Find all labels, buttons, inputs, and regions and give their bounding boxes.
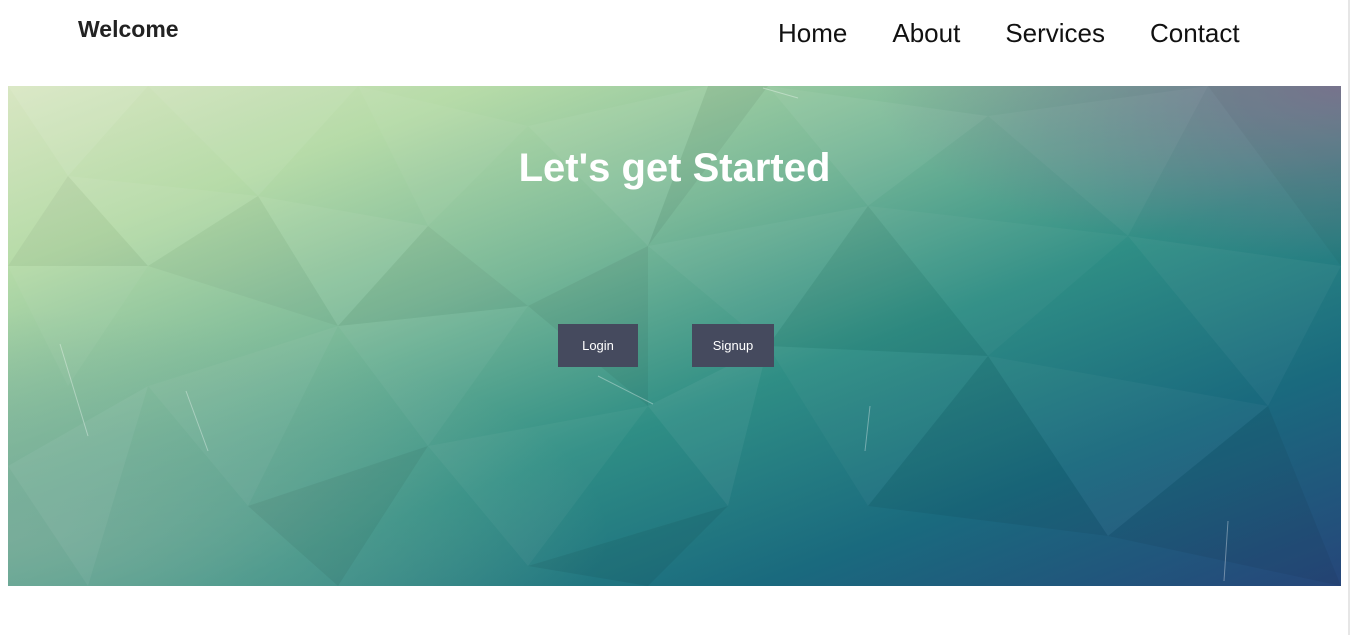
hero-banner: Let's get Started Login Signup (8, 86, 1341, 586)
nav-about[interactable]: About (892, 18, 960, 48)
main-nav: Home About Services Contact (778, 18, 1240, 48)
brand-title: Welcome (78, 16, 179, 42)
nav-home[interactable]: Home (778, 18, 847, 48)
nav-contact[interactable]: Contact (1150, 18, 1240, 48)
signup-button[interactable]: Signup (692, 324, 774, 367)
nav-services[interactable]: Services (1005, 18, 1105, 48)
hero-title: Let's get Started (518, 146, 831, 190)
login-button[interactable]: Login (558, 324, 638, 367)
page: Welcome Home About Services Contact Let'… (0, 0, 1350, 635)
